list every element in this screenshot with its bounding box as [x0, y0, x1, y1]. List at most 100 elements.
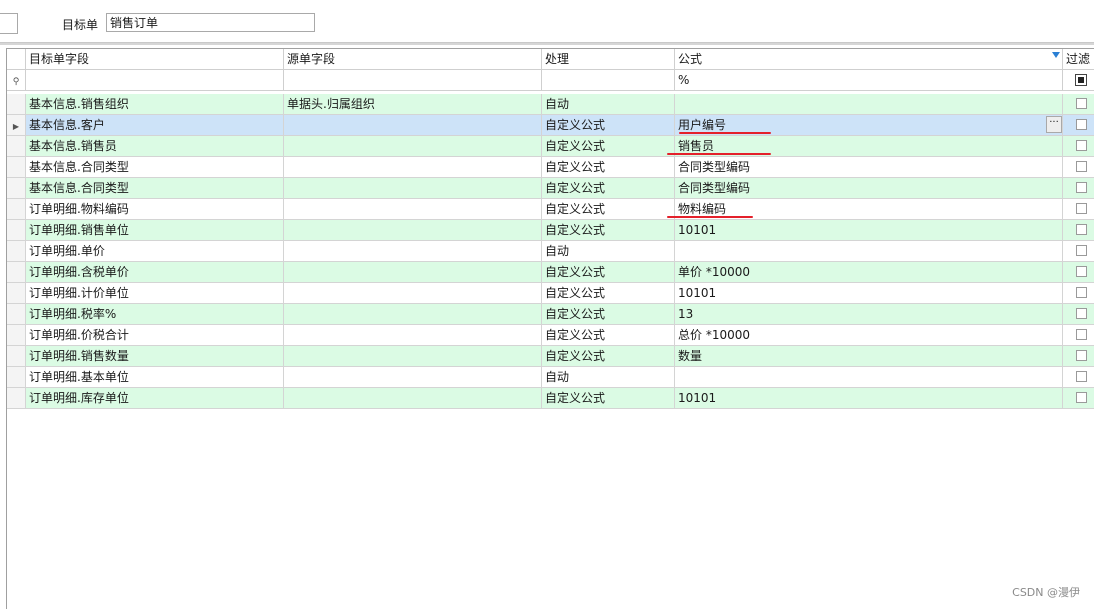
row-indicator[interactable] [7, 94, 26, 115]
cell-process[interactable]: 自定义公式 [542, 220, 675, 241]
cell-target[interactable]: 订单明细.物料编码 [26, 199, 284, 220]
filter-checkbox[interactable] [1076, 119, 1087, 130]
cell-formula[interactable] [675, 94, 1063, 115]
cell-formula[interactable]: 13 [675, 304, 1063, 325]
cell-formula[interactable] [675, 367, 1063, 388]
table-row[interactable]: 基本信息.销售组织 单据头.归属组织 自动 [7, 94, 1094, 115]
filter-checkbox[interactable] [1076, 287, 1087, 298]
cell-process[interactable]: 自定义公式 [542, 136, 675, 157]
filter-checkbox[interactable] [1076, 182, 1087, 193]
cell-target[interactable]: 订单明细.含税单价 [26, 262, 284, 283]
cell-filter[interactable] [1063, 115, 1094, 136]
cell-source[interactable] [284, 220, 542, 241]
filter-checkbox[interactable] [1076, 266, 1087, 277]
cell-target[interactable]: 基本信息.销售员 [26, 136, 284, 157]
col-header-formula[interactable]: 公式 [675, 49, 1063, 70]
cell-filter[interactable] [1063, 94, 1094, 115]
cell-formula[interactable]: 合同类型编码 [675, 157, 1063, 178]
col-header-process[interactable]: 处理 [542, 49, 675, 70]
cell-source[interactable] [284, 283, 542, 304]
row-indicator[interactable] [7, 220, 26, 241]
table-row[interactable]: 订单明细.销售数量 自定义公式 数量 [7, 346, 1094, 367]
filter-checkbox[interactable] [1076, 308, 1087, 319]
col-header-filter[interactable]: 过滤 [1063, 49, 1094, 70]
filter-checkbox[interactable] [1076, 161, 1087, 172]
cell-formula[interactable]: 10101 [675, 220, 1063, 241]
cell-target[interactable]: 订单明细.税率% [26, 304, 284, 325]
table-row[interactable]: 订单明细.销售单位 自定义公式 10101 [7, 220, 1094, 241]
cell-target[interactable]: 订单明细.销售单位 [26, 220, 284, 241]
cell-process[interactable]: 自定义公式 [542, 157, 675, 178]
cell-filter[interactable] [1063, 262, 1094, 283]
row-indicator[interactable] [7, 241, 26, 262]
cell-filter[interactable] [1063, 367, 1094, 388]
cell-target[interactable]: 订单明细.基本单位 [26, 367, 284, 388]
cell-source[interactable] [284, 367, 542, 388]
cell-formula[interactable]: 10101 [675, 283, 1063, 304]
cell-process[interactable]: 自定义公式 [542, 262, 675, 283]
cell-target[interactable]: 订单明细.价税合计 [26, 325, 284, 346]
filter-checkbox[interactable] [1076, 371, 1087, 382]
cell-source[interactable] [284, 199, 542, 220]
row-indicator[interactable] [7, 157, 26, 178]
target-input[interactable]: 销售订单 [106, 13, 315, 32]
row-indicator[interactable] [7, 262, 26, 283]
filter-cell-source[interactable] [284, 70, 542, 91]
cell-filter[interactable] [1063, 325, 1094, 346]
filter-cell-formula[interactable]: % [675, 70, 1063, 91]
cell-source[interactable] [284, 346, 542, 367]
table-row[interactable]: 订单明细.库存单位 自定义公式 10101 [7, 388, 1094, 409]
cell-formula[interactable]: 总价 *10000 [675, 325, 1063, 346]
filter-checkbox[interactable] [1076, 203, 1087, 214]
cell-process[interactable]: 自动 [542, 367, 675, 388]
cell-source[interactable] [284, 241, 542, 262]
funnel-icon[interactable] [1052, 52, 1060, 58]
cell-formula[interactable]: 单价 *10000 [675, 262, 1063, 283]
filter-checkbox[interactable] [1075, 74, 1087, 86]
cell-process[interactable]: 自定义公式 [542, 304, 675, 325]
cell-target[interactable]: 订单明细.单价 [26, 241, 284, 262]
col-header-target[interactable]: 目标单字段 [26, 49, 284, 70]
cell-source[interactable] [284, 115, 542, 136]
table-row[interactable]: 订单明细.含税单价 自定义公式 单价 *10000 [7, 262, 1094, 283]
cell-filter[interactable] [1063, 220, 1094, 241]
row-indicator[interactable] [7, 346, 26, 367]
cell-source[interactable]: 单据头.归属组织 [284, 94, 542, 115]
table-row[interactable]: ▶ 基本信息.客户 自定义公式 用户编号 ··· [7, 115, 1094, 136]
cell-filter[interactable] [1063, 346, 1094, 367]
cell-source[interactable] [284, 262, 542, 283]
ellipsis-icon[interactable]: ··· [1046, 116, 1062, 133]
cell-target[interactable]: 基本信息.客户 [26, 115, 284, 136]
cell-target[interactable]: 基本信息.合同类型 [26, 178, 284, 199]
cell-formula[interactable]: 10101 [675, 388, 1063, 409]
cell-target[interactable]: 基本信息.合同类型 [26, 157, 284, 178]
cell-filter[interactable] [1063, 304, 1094, 325]
cell-filter[interactable] [1063, 283, 1094, 304]
cell-filter[interactable] [1063, 199, 1094, 220]
filter-checkbox[interactable] [1076, 329, 1087, 340]
cell-target[interactable]: 订单明细.销售数量 [26, 346, 284, 367]
filter-cell-process[interactable] [542, 70, 675, 91]
filter-cell-filter[interactable] [1063, 70, 1094, 91]
row-indicator[interactable] [7, 199, 26, 220]
table-row[interactable]: 基本信息.合同类型 自定义公式 合同类型编码 [7, 157, 1094, 178]
filter-checkbox[interactable] [1076, 140, 1087, 151]
cell-formula[interactable] [675, 241, 1063, 262]
row-indicator[interactable] [7, 367, 26, 388]
cell-target[interactable]: 订单明细.库存单位 [26, 388, 284, 409]
col-header-source[interactable]: 源单字段 [284, 49, 542, 70]
table-row[interactable]: 订单明细.税率% 自定义公式 13 [7, 304, 1094, 325]
cell-filter[interactable] [1063, 241, 1094, 262]
table-row[interactable]: 基本信息.销售员 自定义公式 销售员 [7, 136, 1094, 157]
table-row[interactable]: 订单明细.价税合计 自定义公式 总价 *10000 [7, 325, 1094, 346]
table-row[interactable]: 订单明细.基本单位 自动 [7, 367, 1094, 388]
cell-process[interactable]: 自定义公式 [542, 325, 675, 346]
cell-filter[interactable] [1063, 136, 1094, 157]
filter-checkbox[interactable] [1076, 392, 1087, 403]
cell-process[interactable]: 自动 [542, 94, 675, 115]
cell-formula[interactable]: 合同类型编码 [675, 178, 1063, 199]
row-indicator[interactable] [7, 304, 26, 325]
cell-filter[interactable] [1063, 388, 1094, 409]
cell-source[interactable] [284, 388, 542, 409]
filter-checkbox[interactable] [1076, 350, 1087, 361]
